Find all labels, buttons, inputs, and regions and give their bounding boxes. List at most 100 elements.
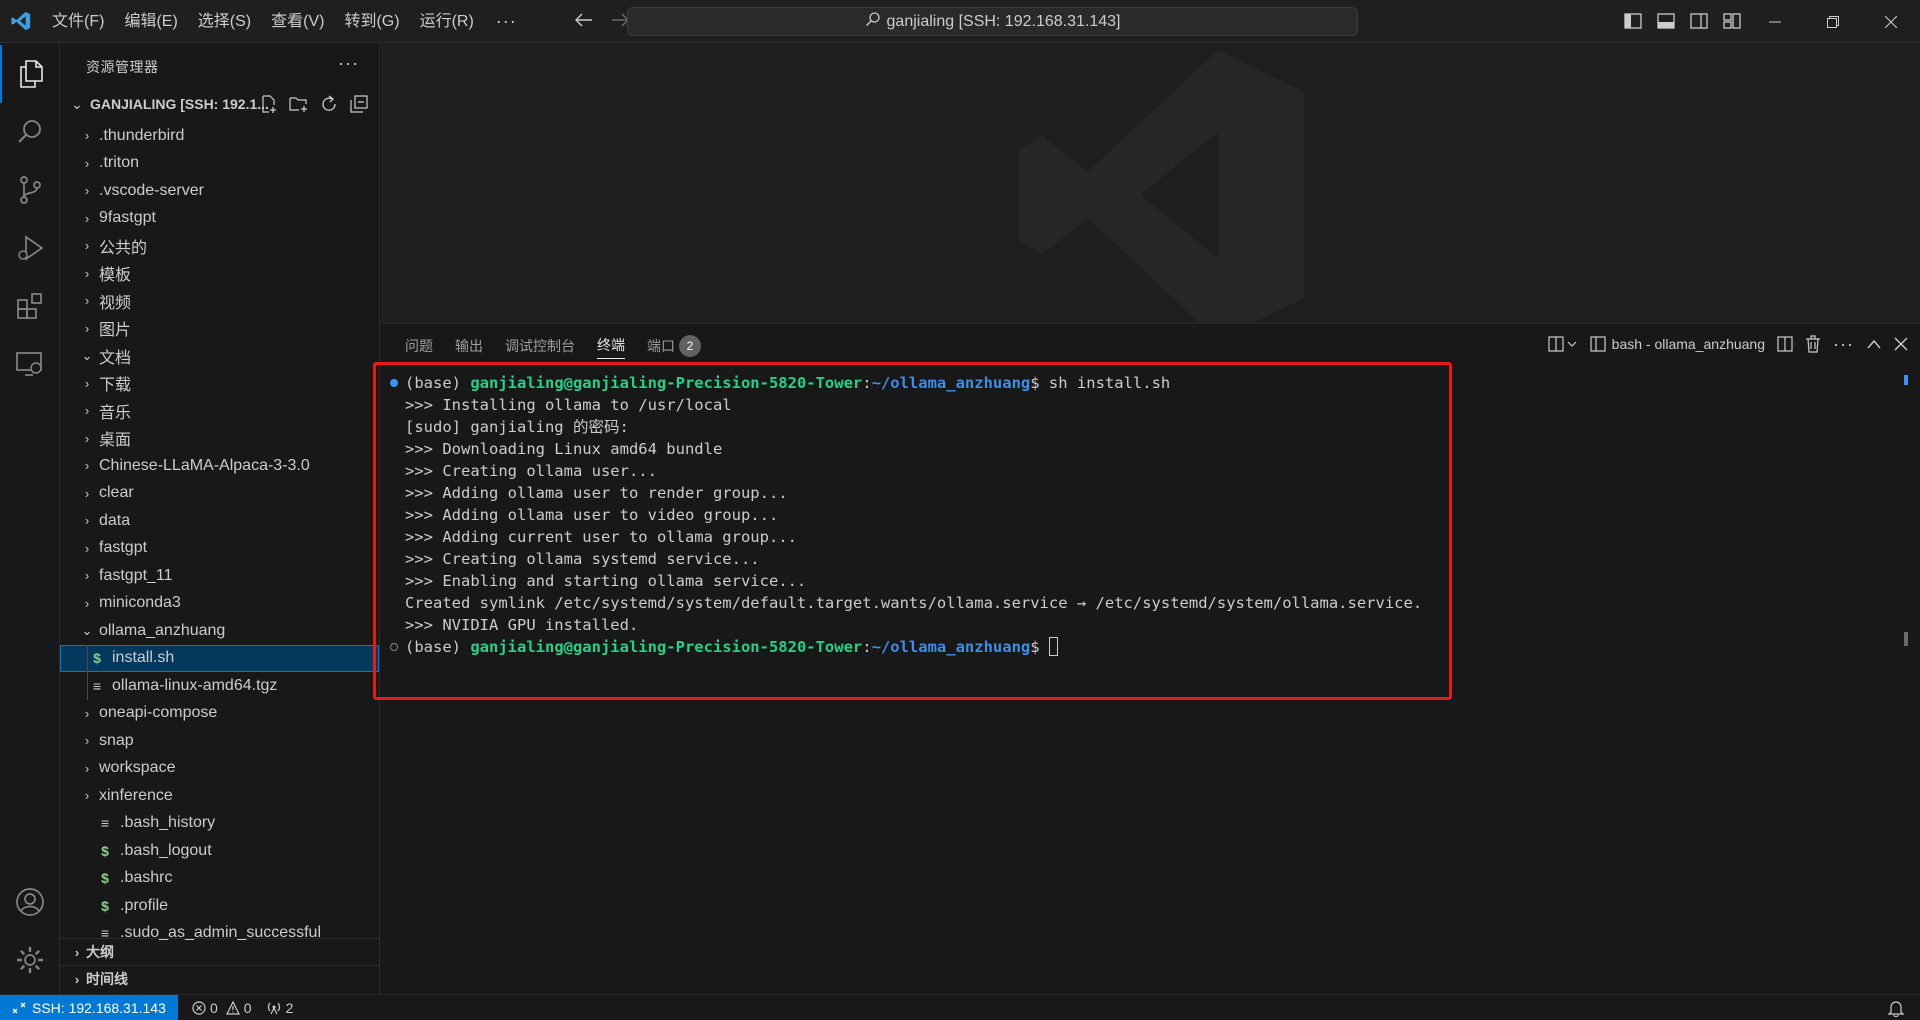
menu-go[interactable]: 转到(G) [334, 0, 409, 43]
search-icon [865, 11, 881, 32]
file-tree-item[interactable]: › 桌面 [60, 425, 379, 452]
close-window-icon[interactable] [1862, 0, 1920, 43]
manage-gear-icon[interactable] [0, 931, 60, 989]
new-file-icon[interactable] [258, 94, 280, 114]
file-tree-item[interactable]: ≡ .bash_history [60, 810, 379, 837]
restore-icon[interactable] [1804, 0, 1862, 43]
file-tree-item[interactable]: $ install.sh [60, 644, 379, 672]
file-tree-item[interactable]: › snap [60, 727, 379, 754]
shell-file-icon: $ [93, 650, 101, 666]
outline-section-header[interactable]: › 大纲 [60, 938, 379, 965]
terminal-cursor [1048, 637, 1058, 656]
ports-badge: 2 [679, 334, 701, 357]
terminal-output-line: >>> Creating ollama systemd service... [405, 550, 760, 568]
close-panel-icon[interactable] [1894, 332, 1908, 356]
menu-selection[interactable]: 选择(S) [188, 0, 261, 43]
back-arrow-icon[interactable] [574, 10, 593, 33]
file-tree-item[interactable]: › 视频 [60, 287, 379, 314]
chevron-right-icon: › [84, 733, 90, 748]
menu-run[interactable]: 运行(R) [410, 0, 484, 43]
command-pending-decoration-icon[interactable] [390, 643, 398, 651]
toggle-secondary-sidebar-icon[interactable] [1688, 10, 1709, 31]
tab-problems[interactable]: 问题 [405, 336, 433, 359]
file-tree-item[interactable]: › 音乐 [60, 397, 379, 424]
command-success-decoration-icon[interactable] [390, 379, 398, 387]
file-tree-item[interactable]: › oneapi-compose [60, 700, 379, 727]
file-tree-item[interactable]: › 图片 [60, 315, 379, 342]
chevron-right-icon: › [84, 210, 90, 226]
file-tree-item[interactable]: › .thunderbird [60, 122, 379, 149]
file-tree-item[interactable]: › fastgpt [60, 535, 379, 562]
ports-status[interactable]: 2 [266, 1000, 293, 1016]
explorer-more-icon[interactable]: ··· [338, 53, 359, 74]
remote-indicator[interactable]: SSH: 192.168.31.143 [0, 994, 178, 1020]
file-tree-item[interactable]: $ .bash_logout [60, 837, 379, 864]
file-tree-item[interactable]: ⌄ ollama_anzhuang [60, 617, 379, 644]
tab-ports[interactable]: 端口 2 [647, 334, 701, 360]
accounts-icon[interactable] [0, 873, 60, 931]
maximize-panel-icon[interactable] [1866, 332, 1882, 356]
editor-area[interactable] [381, 43, 1920, 323]
remote-explorer-icon[interactable] [0, 335, 60, 393]
file-tree-item[interactable]: › workspace [60, 755, 379, 782]
file-tree-item[interactable]: › fastgpt_11 [60, 562, 379, 589]
tab-debug-console[interactable]: 调试控制台 [505, 336, 575, 359]
file-tree-item-label: 文档 [99, 349, 132, 367]
file-tree-item[interactable]: › data [60, 507, 379, 534]
chevron-right-icon: › [84, 760, 90, 776]
file-tree-item-label: .triton [99, 154, 140, 171]
search-icon[interactable] [0, 103, 60, 161]
file-tree-item[interactable]: ⌄ 文档 [60, 342, 379, 369]
file-tree-item[interactable]: › 公共的 [60, 232, 379, 259]
collapse-all-icon[interactable] [348, 94, 370, 114]
file-tree-item[interactable]: › .triton [60, 150, 379, 177]
file-tree-item[interactable]: › Chinese-LLaMA-Alpaca-3-3.0 [60, 452, 379, 479]
extensions-icon[interactable] [0, 277, 60, 335]
tab-output[interactable]: 输出 [455, 336, 483, 359]
chevron-right-icon: › [84, 513, 90, 528]
terminal-prompt-line: (base) ganjialing@ganjialing-Precision-5… [390, 636, 1905, 658]
file-tree-item[interactable]: › 下载 [60, 370, 379, 397]
timeline-section-header[interactable]: › 时间线 [60, 965, 379, 992]
file-tree-item-label: clear [99, 484, 134, 501]
terminal-scrollbar-thumb[interactable] [1904, 632, 1908, 646]
problems-status[interactable]: 0 0 [192, 1000, 252, 1016]
file-tree-item[interactable]: › miniconda3 [60, 590, 379, 617]
file-tree-item[interactable]: ≡ ollama-linux-amd64.tgz [60, 672, 379, 699]
file-tree-item[interactable]: › .vscode-server [60, 177, 379, 204]
explorer-icon[interactable] [0, 45, 60, 103]
terminal-output-line: >>> NVIDIA GPU installed. [405, 616, 639, 634]
notifications-bell-icon[interactable] [1887, 999, 1905, 1020]
chevron-right-icon: › [84, 183, 90, 198]
file-tree-item-label: 模板 [99, 267, 132, 284]
menu-more-icon[interactable]: ··· [484, 11, 529, 32]
command-center-search[interactable]: ganjialing [SSH: 192.168.31.143] [627, 7, 1358, 36]
file-tree-item[interactable]: › clear [60, 480, 379, 507]
new-terminal-split-icon[interactable] [1548, 332, 1578, 356]
source-control-icon[interactable] [0, 161, 60, 219]
menu-file[interactable]: 文件(F) [42, 0, 114, 43]
menu-edit[interactable]: 编辑(E) [114, 0, 187, 43]
split-terminal-icon[interactable] [1777, 332, 1793, 356]
minimize-icon[interactable] [1746, 0, 1804, 43]
file-tree-item[interactable]: $ .profile [60, 892, 379, 919]
file-tree-item[interactable]: › xinference [60, 782, 379, 809]
remote-label: SSH: 192.168.31.143 [32, 999, 166, 1016]
terminal-instance-label[interactable]: bash - ollama_anzhuang [1590, 332, 1765, 356]
workspace-root-header[interactable]: ⌄ GANJIALING [SSH: 192.1... [60, 87, 380, 121]
customize-layout-icon[interactable] [1721, 10, 1742, 31]
file-tree-item[interactable]: › 模板 [60, 260, 379, 287]
tab-terminal[interactable]: 终端 [597, 335, 625, 359]
file-tree-item[interactable]: $ .bashrc [60, 865, 379, 892]
new-folder-icon[interactable] [288, 94, 310, 114]
toggle-primary-sidebar-icon[interactable] [1622, 10, 1643, 31]
menu-view[interactable]: 查看(V) [261, 0, 334, 43]
terminal-output[interactable]: (base) ganjialing@ganjialing-Precision-5… [390, 372, 1905, 658]
file-tree-item[interactable]: › 9fastgpt [60, 205, 379, 232]
toggle-panel-icon[interactable] [1655, 10, 1676, 31]
refresh-icon[interactable] [318, 94, 340, 114]
run-and-debug-icon[interactable] [0, 219, 60, 277]
more-actions-icon[interactable]: ··· [1833, 332, 1854, 356]
remote-icon [12, 1002, 26, 1013]
kill-terminal-trash-icon[interactable] [1805, 332, 1821, 356]
